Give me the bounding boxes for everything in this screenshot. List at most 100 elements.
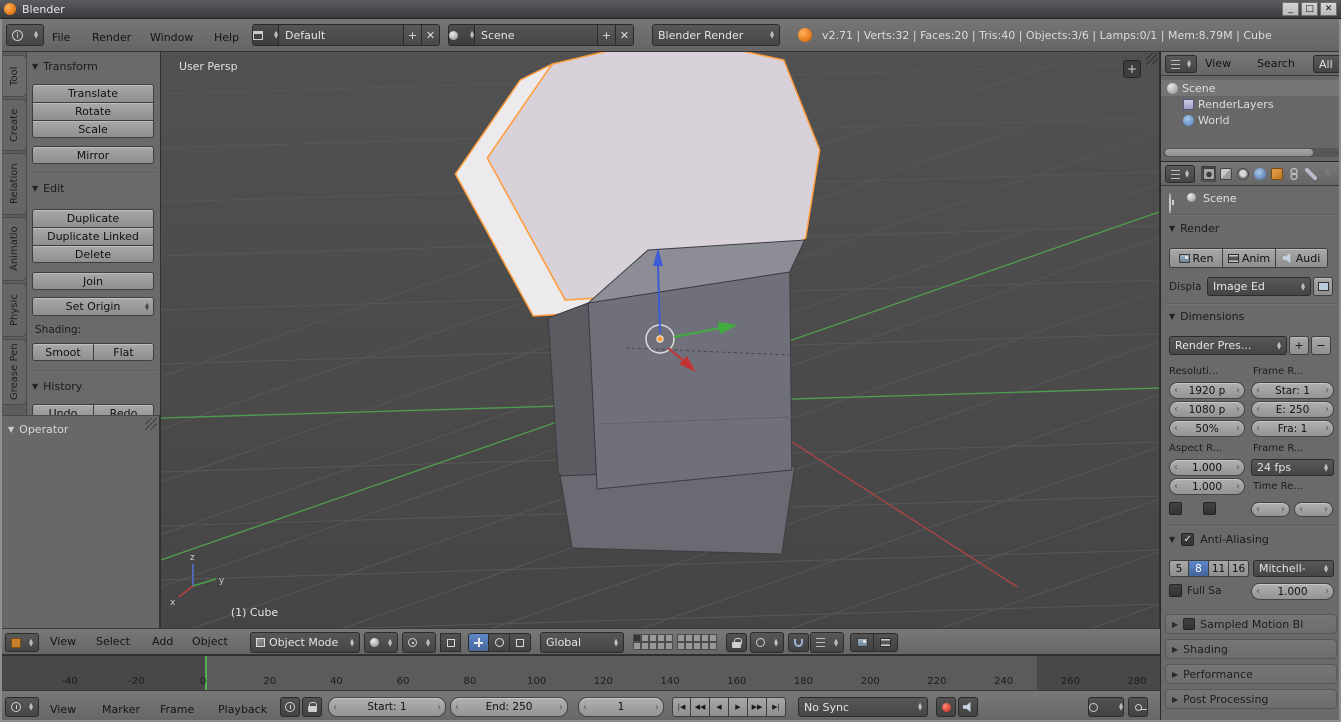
area-corner-widget[interactable] bbox=[1146, 53, 1158, 65]
viewport-menu-add[interactable]: Add bbox=[152, 635, 173, 648]
tab-object-data[interactable] bbox=[1320, 166, 1335, 182]
aa-samples-5-button[interactable]: 5 bbox=[1169, 560, 1189, 577]
tab-render[interactable] bbox=[1201, 166, 1216, 182]
tab-render-layers[interactable] bbox=[1218, 166, 1233, 182]
layer-toggle[interactable] bbox=[641, 642, 649, 650]
viewport-menu-view[interactable]: View bbox=[50, 635, 76, 648]
antialiasing-checkbox[interactable] bbox=[1181, 533, 1195, 546]
menu-render[interactable]: Render bbox=[92, 31, 131, 44]
menu-file[interactable]: File bbox=[52, 31, 70, 44]
tab-scene[interactable] bbox=[1235, 166, 1250, 182]
layer-toggle[interactable] bbox=[665, 642, 673, 650]
keying-set-menu[interactable] bbox=[1088, 697, 1124, 717]
time-remap-old-field[interactable] bbox=[1251, 502, 1290, 517]
cube-front-face[interactable] bbox=[587, 271, 793, 490]
maximize-button[interactable]: □ bbox=[1301, 2, 1318, 16]
jump-to-end-button[interactable]: ▶| bbox=[767, 697, 786, 717]
duplicate-button[interactable]: Duplicate bbox=[32, 209, 154, 227]
add-preset-button[interactable]: + bbox=[1289, 336, 1309, 355]
panel-antialiasing-header[interactable]: ▼ Anti-Aliasing bbox=[1169, 533, 1269, 546]
editor-type-menu-3dview[interactable] bbox=[5, 633, 39, 652]
mode-menu[interactable]: Object Mode bbox=[250, 632, 360, 653]
layer-toggle[interactable] bbox=[641, 634, 649, 642]
layer-toggle[interactable] bbox=[665, 634, 673, 642]
layer-toggle[interactable] bbox=[677, 642, 685, 650]
mirror-button[interactable]: Mirror bbox=[32, 146, 154, 164]
translate-button[interactable]: Translate bbox=[32, 84, 154, 102]
render-animation-button[interactable]: Anim bbox=[1222, 248, 1275, 268]
aspect-x-field[interactable]: 1.000 bbox=[1169, 459, 1245, 476]
jump-prev-keyframe-button[interactable]: ◀◀ bbox=[691, 697, 710, 717]
outliner-filter-menu[interactable]: All bbox=[1313, 55, 1341, 73]
layer-toggle[interactable] bbox=[709, 634, 717, 642]
tab-animation[interactable]: Animatio bbox=[3, 217, 27, 281]
editor-type-menu-info[interactable] bbox=[6, 24, 44, 46]
screen-layout-name[interactable]: Default bbox=[279, 25, 403, 45]
minimize-button[interactable]: _ bbox=[1282, 2, 1299, 16]
delete-button[interactable]: Delete bbox=[32, 245, 154, 263]
panel-render-header[interactable]: ▼ Render bbox=[1169, 222, 1219, 235]
panel-performance[interactable]: ▶ Performance bbox=[1165, 664, 1337, 684]
sync-mode-menu[interactable]: No Sync bbox=[798, 697, 928, 717]
panel-operator-header[interactable]: ▼ Operator bbox=[8, 423, 68, 436]
render-audio-button[interactable]: Audi bbox=[1275, 248, 1328, 268]
frame-start-field[interactable]: Start: 1 bbox=[328, 697, 446, 717]
manipulator-scale-toggle[interactable] bbox=[510, 633, 531, 652]
layer-toggle[interactable] bbox=[657, 634, 665, 642]
aa-filter-size-field[interactable]: 1.000 bbox=[1251, 583, 1334, 600]
timeline-menu-frame[interactable]: Frame bbox=[160, 703, 194, 716]
join-button[interactable]: Join bbox=[32, 272, 154, 290]
layer-toggle[interactable] bbox=[649, 634, 657, 642]
screen-layout-icon[interactable] bbox=[253, 25, 279, 45]
shade-flat-button[interactable]: Flat bbox=[93, 343, 154, 361]
set-origin-menu[interactable]: Set Origin bbox=[32, 297, 154, 316]
tab-world[interactable] bbox=[1252, 166, 1267, 182]
insert-keyframe-button[interactable] bbox=[1128, 697, 1148, 717]
undo-button[interactable]: Undo bbox=[32, 404, 93, 415]
layer-toggle[interactable] bbox=[693, 634, 701, 642]
render-still-button[interactable]: Ren bbox=[1169, 248, 1222, 268]
add-layout-button[interactable]: + bbox=[403, 25, 421, 45]
full-sample-checkbox[interactable] bbox=[1169, 584, 1182, 597]
tab-create[interactable]: Create bbox=[3, 99, 27, 151]
screen-layout-selector[interactable]: Default + ✕ bbox=[252, 24, 440, 46]
pivot-point-menu[interactable] bbox=[402, 632, 436, 653]
scene-lock-toggle[interactable] bbox=[726, 633, 747, 652]
delete-layout-button[interactable]: ✕ bbox=[421, 25, 439, 45]
add-scene-button[interactable]: + bbox=[597, 25, 615, 45]
aa-filter-menu[interactable]: Mitchell- bbox=[1253, 560, 1334, 577]
scene-selector[interactable]: Scene + ✕ bbox=[448, 24, 634, 46]
time-remap-new-field[interactable] bbox=[1294, 502, 1333, 517]
layer-toggle[interactable] bbox=[693, 642, 701, 650]
display-mode-menu[interactable]: Image Ed bbox=[1207, 277, 1311, 296]
resolution-y-field[interactable]: 1080 p bbox=[1169, 401, 1245, 418]
layer-toggle[interactable] bbox=[685, 642, 693, 650]
panel-edit-header[interactable]: ▼ Edit bbox=[32, 182, 64, 195]
layer-toggle[interactable] bbox=[709, 642, 717, 650]
panel-post-processing[interactable]: ▶ Post Processing bbox=[1165, 689, 1337, 709]
timeline-ruler[interactable]: -40 -20 0 20 40 60 80 100 120 140 160 180 200 220 240 2… bbox=[0, 655, 1160, 690]
aa-samples-11-button[interactable]: 11 bbox=[1209, 560, 1229, 577]
outliner-item-scene[interactable]: Scene bbox=[1161, 80, 1341, 96]
opengl-render-anim-button[interactable] bbox=[874, 633, 898, 652]
3d-viewport[interactable]: z y x User Persp (1) Cube + bbox=[160, 52, 1160, 628]
layer-toggle[interactable] bbox=[677, 634, 685, 642]
timeline-menu-marker[interactable]: Marker bbox=[102, 703, 140, 716]
transform-orientation-menu[interactable]: Global bbox=[540, 632, 624, 653]
layer-toggle[interactable] bbox=[701, 634, 709, 642]
timeline-menu-playback[interactable]: Playback bbox=[218, 703, 267, 716]
layer-toggle[interactable] bbox=[657, 642, 665, 650]
outliner-scrollbar[interactable] bbox=[1163, 148, 1340, 157]
layer-toggle[interactable] bbox=[685, 634, 693, 642]
play-button[interactable]: ▶ bbox=[729, 697, 748, 717]
tab-tools[interactable]: Tool bbox=[3, 55, 27, 97]
viewport-canvas[interactable]: z y x User Persp (1) Cube bbox=[161, 52, 1159, 628]
rotate-button[interactable]: Rotate bbox=[32, 102, 154, 120]
duplicate-linked-button[interactable]: Duplicate Linked bbox=[32, 227, 154, 245]
editor-type-menu-timeline[interactable] bbox=[5, 697, 39, 717]
aspect-y-field[interactable]: 1.000 bbox=[1169, 478, 1245, 495]
menu-help[interactable]: Help bbox=[214, 31, 239, 44]
frame-start-field[interactable]: Star: 1 bbox=[1251, 382, 1334, 399]
border-checkbox[interactable] bbox=[1169, 502, 1182, 515]
use-preview-range-button[interactable] bbox=[280, 697, 300, 717]
